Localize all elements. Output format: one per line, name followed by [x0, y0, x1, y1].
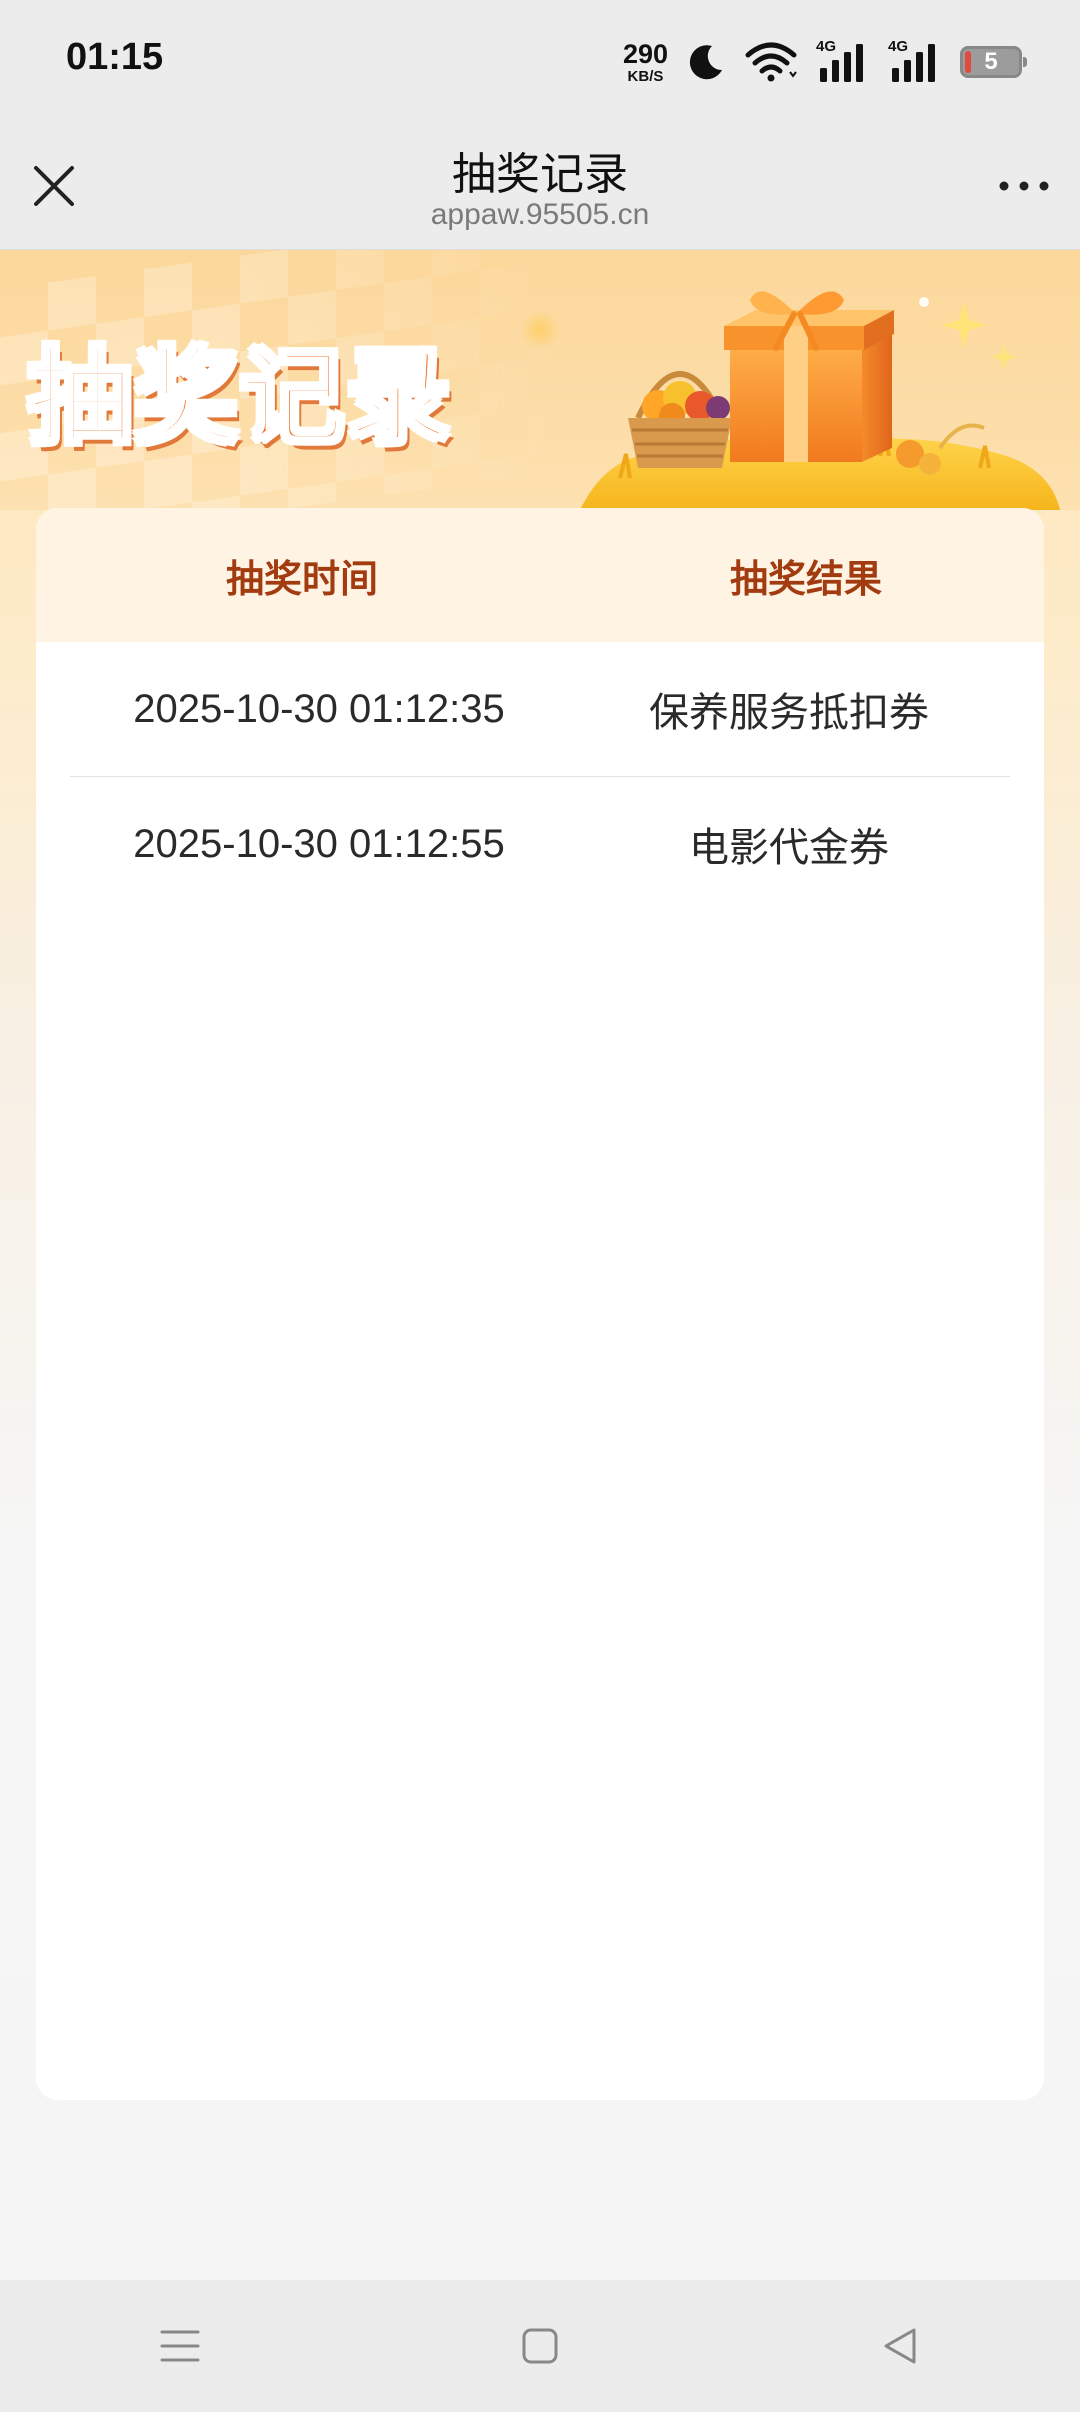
back-button[interactable]	[850, 2296, 950, 2396]
banner: 抽奖记录	[0, 250, 1080, 510]
more-icon[interactable]	[994, 158, 1054, 214]
moon-icon	[689, 45, 722, 80]
wifi-icon	[745, 42, 797, 82]
back-icon	[884, 2328, 916, 2364]
menu-button[interactable]	[130, 2296, 230, 2396]
table-row: 2025-10-30 01:12:35 保养服务抵扣券	[70, 642, 1010, 777]
page-title: 抽奖记录	[452, 149, 628, 200]
record-time: 2025-10-30 01:12:55	[133, 821, 505, 866]
banner-title: 抽奖记录	[26, 312, 452, 463]
network-speed-value: 290	[622, 38, 668, 69]
network-speed: 290 KB/S	[622, 38, 668, 85]
page-content: 抽奖记录 抽奖时间 抽奖结果 2025-10-30 01:12:35 保养服务抵…	[0, 250, 1080, 2280]
system-navigation-bar	[0, 2280, 1080, 2412]
network-speed-unit: KB/S	[627, 67, 664, 85]
signal-icon	[820, 44, 863, 82]
status-icons: 290 KB/S 4G 4G 5	[622, 34, 1027, 90]
table-header: 抽奖时间 抽奖结果	[36, 508, 1044, 642]
battery-level: 5	[984, 48, 998, 75]
signal-2: 4G	[888, 38, 942, 84]
signal-icon	[892, 44, 935, 82]
column-header-time: 抽奖时间	[225, 556, 378, 601]
gift-basket-illustration	[580, 291, 1060, 510]
table-row: 2025-10-30 01:12:55 电影代金券	[70, 777, 1010, 911]
menu-icon	[160, 2330, 200, 2362]
record-result: 保养服务抵扣券	[649, 690, 929, 736]
record-time: 2025-10-30 01:12:35	[133, 686, 505, 731]
banner-sparkle	[520, 310, 560, 350]
lottery-record-table: 抽奖时间 抽奖结果 2025-10-30 01:12:35 保养服务抵扣券 20…	[36, 508, 1044, 2100]
record-result: 电影代金券	[689, 825, 889, 871]
home-icon	[522, 2328, 558, 2364]
status-bar: 01:15 290 KB/S 4G 4G 5	[0, 0, 1080, 118]
signal-1: 4G	[816, 38, 870, 84]
table-body: 2025-10-30 01:12:35 保养服务抵扣券 2025-10-30 0…	[36, 642, 1044, 911]
column-header-result: 抽奖结果	[729, 556, 882, 601]
home-button[interactable]	[490, 2296, 590, 2396]
battery-icon: 5	[960, 46, 1027, 78]
browser-nav-bar: 抽奖记录 appaw.95505.cn	[0, 118, 1080, 250]
page-url: appaw.95505.cn	[430, 198, 650, 231]
status-time: 01:15	[66, 36, 164, 78]
